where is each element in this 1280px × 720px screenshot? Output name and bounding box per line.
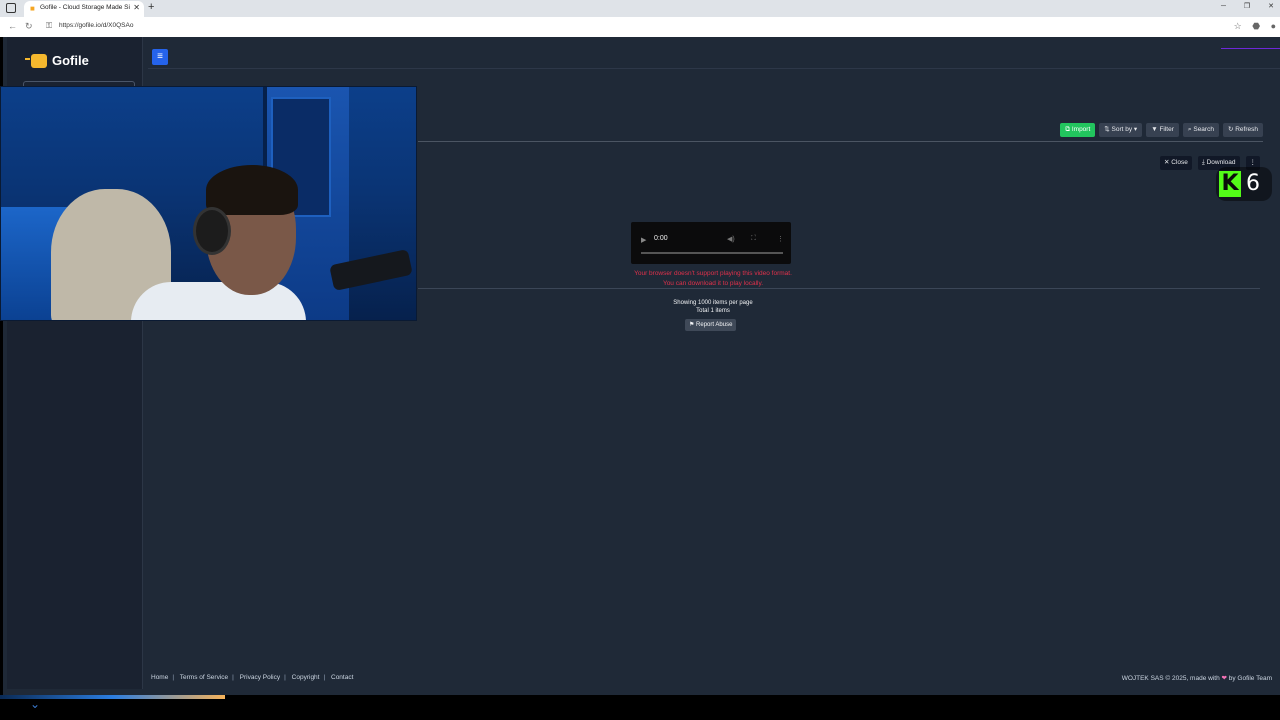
fullscreen-icon[interactable]: ⛶ [751,235,756,243]
tab-title: Gofile - Cloud Storage Made Simple [40,4,130,11]
footer-link-privacy[interactable]: Privacy Policy [240,674,280,681]
back-icon[interactable]: ← [8,21,17,31]
headset-icon [193,207,231,255]
report-abuse-button[interactable]: ⚑ Report Abuse [685,319,737,331]
browser-tab[interactable]: ■ Gofile - Cloud Storage Made Simple ✕ [24,1,144,17]
video-player[interactable]: ▶ 0:00 ◀) ⛶ ⋮ [631,222,791,264]
toolbar-divider [418,141,1263,142]
kick-logo-icon: K [1219,171,1241,197]
footer-copyright: WOJTEK SAS © 2025, made with ❤ by Gofile… [1121,675,1272,682]
address-bar-actions: ☆ ⬣ ● [1226,21,1276,32]
webcam-person-body [131,282,306,320]
url-field[interactable]: ⚿ https://gofile.io/d/X0QSAo [42,20,1212,34]
refresh-button[interactable]: ↻ Refresh [1222,123,1263,137]
play-icon[interactable]: ▶ [641,236,646,244]
video-more-icon[interactable]: ⋮ [777,235,784,243]
gofile-favicon-icon: ■ [30,4,35,13]
content-divider [418,288,1260,289]
heart-icon: ❤ [1221,675,1227,682]
sort-by-button[interactable]: ⇅ Sort by ▾ [1099,123,1143,137]
browser-tabbar: ■ Gofile - Cloud Storage Made Simple ✕ +… [0,0,1280,17]
close-tab-icon[interactable]: ✕ [133,3,140,12]
search-button[interactable]: ⌕ Search [1182,123,1219,137]
restore-icon[interactable]: ❐ [1244,3,1250,10]
header-divider [148,68,1280,69]
footer-link-home[interactable]: Home [151,674,168,681]
video-error-line2: You can download it to play locally. [662,280,764,287]
video-time: 0:00 [654,235,668,242]
url-text: https://gofile.io/d/X0QSAo [59,22,134,29]
profile-icon[interactable]: ● [1271,21,1276,31]
video-error-line1: Your browser doesn't support playing thi… [634,270,792,277]
close-window-icon[interactable]: ✕ [1268,3,1274,10]
tab-actions-icon[interactable] [6,3,16,13]
bookmark-star-icon[interactable]: ☆ [1234,21,1242,31]
gofile-logo[interactable]: Gofile [25,53,89,68]
brand-name: Gofile [52,53,89,68]
filter-button[interactable]: ▼ Filter [1146,123,1179,137]
video-progress-bar[interactable] [641,252,783,254]
address-bar: ← ↻ ⚿ https://gofile.io/d/X0QSAo ☆ ⬣ ● [0,17,1280,37]
hamburger-menu-icon[interactable]: ≡ [152,49,168,65]
items-per-page: Showing 1000 items per page [673,300,753,306]
footer-link-copyright[interactable]: Copyright [292,674,320,681]
window-controls: ─ ❐ ✕ [1205,2,1274,10]
footer-links: Home | Terms of Service | Privacy Policy | … [151,674,354,681]
webcam-person-hair [206,165,298,215]
kick-viewer-badge: K 6 [1216,167,1272,201]
import-button[interactable]: ⧉ Import [1060,123,1096,137]
viewer-count: 6 [1246,171,1260,196]
close-button[interactable]: ✕ Close [1160,156,1192,170]
gofile-logo-icon [25,53,47,68]
reload-icon[interactable]: ↻ [25,21,33,32]
folder-toolbar: ⧉ Import ⇅ Sort by ▾ ▼ Filter ⌕ Search ↻… [1060,123,1263,137]
stream-overlay-bar [1221,48,1280,62]
footer-link-contact[interactable]: Contact [331,674,353,681]
volume-icon[interactable]: ◀) [727,235,735,243]
webcam-overlay [0,86,417,321]
site-info-icon[interactable]: ⚿ [46,21,52,31]
extensions-icon[interactable]: ⬣ [1252,21,1260,31]
chevron-down-icon: ⌄ [30,697,41,711]
footer-link-terms[interactable]: Terms of Service [180,674,228,681]
plus-icon[interactable]: + [148,1,154,13]
total-items: Total 1 items [696,308,730,314]
minimize-icon[interactable]: ─ [1221,3,1226,10]
